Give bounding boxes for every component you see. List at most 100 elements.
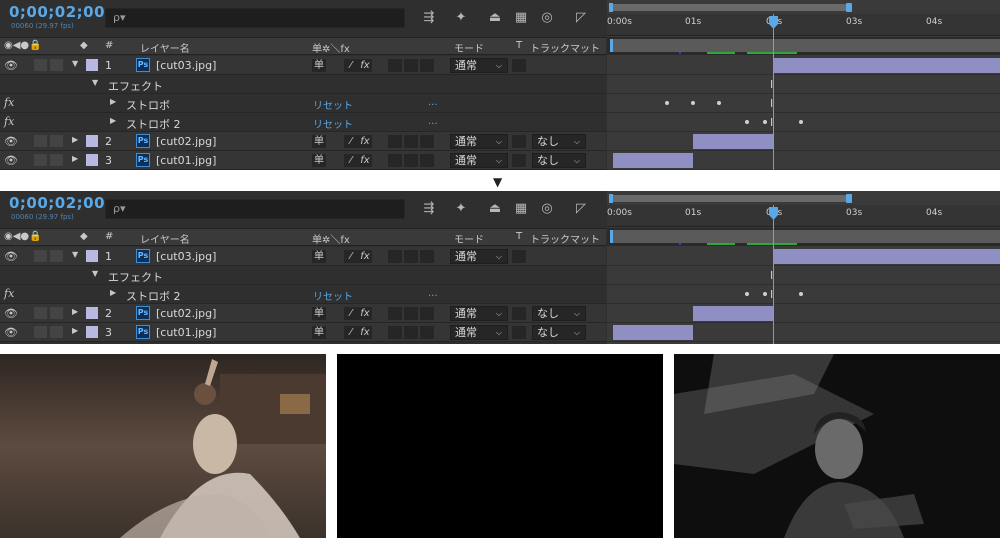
- reset-link[interactable]: リセット: [313, 288, 353, 303]
- expand-triangle-open-icon[interactable]: ▼: [92, 269, 98, 278]
- layer-name[interactable]: [cut01.jpg]: [156, 154, 216, 167]
- trackmatte-select[interactable]: なし ⌵: [532, 306, 586, 321]
- timeline-row-3[interactable]: [607, 151, 1000, 170]
- solo-box[interactable]: [34, 307, 47, 319]
- fx-switch-icon[interactable]: fx: [358, 135, 372, 148]
- fx-icon[interactable]: fx: [4, 115, 14, 128]
- more-link[interactable]: ...: [428, 97, 438, 108]
- current-timecode[interactable]: 0;00;02;00: [9, 3, 105, 21]
- comp-flowchart-icon[interactable]: ⇶: [420, 200, 438, 218]
- switch-box[interactable]: [388, 59, 402, 72]
- expand-triangle-closed-icon[interactable]: ▶: [72, 154, 78, 163]
- work-area-end-handle[interactable]: [846, 194, 852, 203]
- shy-layers-icon[interactable]: ⏏: [486, 200, 504, 218]
- layer-name[interactable]: [cut02.jpg]: [156, 135, 216, 148]
- expand-triangle-closed-icon[interactable]: ▶: [72, 326, 78, 335]
- layer-row-2[interactable]: 👁 ▶ 2 Ps [cut02.jpg] 单 ⁄ fx 通常 ⌵ なし ⌵: [0, 132, 606, 151]
- fx-switch-icon[interactable]: fx: [358, 154, 372, 167]
- eye-icon[interactable]: 👁: [4, 326, 18, 339]
- graph-editor-icon[interactable]: ◸: [572, 200, 590, 218]
- label-swatch[interactable]: [86, 307, 98, 319]
- shy-switch-icon[interactable]: 单: [312, 250, 326, 263]
- draft-3d-icon[interactable]: ✦: [452, 9, 470, 27]
- switch-box[interactable]: [388, 307, 402, 320]
- layer-row-1[interactable]: 👁 ▼ 1 Ps [cut03.jpg] 单 ⁄ fx 通常 ⌵: [0, 56, 606, 75]
- mode-select[interactable]: 通常 ⌵: [450, 153, 508, 168]
- keyframe-dot[interactable]: [665, 101, 669, 105]
- more-link[interactable]: ...: [428, 116, 438, 127]
- layer-row-3[interactable]: 👁 ▶ 3 Ps [cut01.jpg] 单 ⁄ fx 通常 ⌵ なし ⌵: [0, 323, 606, 342]
- timeline-row-strobe-2[interactable]: I: [607, 113, 1000, 132]
- effect-row-strobe-2[interactable]: fx ▶ ストロボ 2 リセット ...: [0, 113, 606, 132]
- lock-box[interactable]: [50, 135, 63, 147]
- effects-group-row[interactable]: ▼ エフェクト: [0, 266, 606, 285]
- layer-name[interactable]: [cut02.jpg]: [156, 307, 216, 320]
- solo-box[interactable]: [34, 326, 47, 338]
- expand-triangle-open-icon[interactable]: ▼: [72, 250, 78, 259]
- expand-triangle-open-icon[interactable]: ▼: [92, 78, 98, 87]
- timeline-row-1[interactable]: [607, 247, 1000, 266]
- fx-switch-icon[interactable]: fx: [358, 250, 372, 263]
- quality-switch-icon[interactable]: ⁄: [344, 154, 358, 167]
- eye-icon[interactable]: 👁: [4, 135, 18, 148]
- solo-box[interactable]: [34, 135, 47, 147]
- column-layer-name[interactable]: レイヤー名: [140, 40, 190, 55]
- frame-blending-icon[interactable]: ▦: [512, 9, 530, 27]
- column-layer-name[interactable]: レイヤー名: [140, 231, 190, 246]
- playhead-handle-icon[interactable]: [768, 16, 779, 30]
- preserve-transparency-box[interactable]: [512, 59, 526, 72]
- expand-triangle-closed-icon[interactable]: ▶: [110, 288, 116, 297]
- timeline-row-2[interactable]: [607, 304, 1000, 323]
- time-ruler[interactable]: 0:00s 01s 02s 03s 04s: [607, 14, 1000, 36]
- switch-box[interactable]: [404, 326, 418, 339]
- time-navigator-bar[interactable]: [610, 230, 1000, 243]
- keyframe-dot[interactable]: [763, 292, 767, 296]
- comp-flowchart-icon[interactable]: ⇶: [420, 9, 438, 27]
- lock-box[interactable]: [50, 154, 63, 166]
- fx-switch-icon[interactable]: fx: [358, 326, 372, 339]
- search-input[interactable]: ρ▾: [105, 8, 405, 28]
- switch-box[interactable]: [404, 250, 418, 263]
- layer-row-3[interactable]: 👁 ▶ 3 Ps [cut01.jpg] 单 ⁄ fx 通常 ⌵ なし ⌵: [0, 151, 606, 170]
- time-navigator[interactable]: [607, 37, 1000, 55]
- timeline-area[interactable]: 0:00s 01s 02s 03s 04s I I I: [607, 0, 1000, 170]
- shy-switch-icon[interactable]: 单: [312, 307, 326, 320]
- fx-switch-icon[interactable]: fx: [358, 307, 372, 320]
- mode-select[interactable]: 通常 ⌵: [450, 134, 508, 149]
- work-area-start-handle[interactable]: [609, 194, 613, 203]
- shy-layers-icon[interactable]: ⏏: [486, 9, 504, 27]
- eye-icon[interactable]: 👁: [4, 154, 18, 167]
- quality-switch-icon[interactable]: ⁄: [344, 326, 358, 339]
- switch-box[interactable]: [420, 154, 434, 167]
- solo-box[interactable]: [34, 250, 47, 262]
- switch-box[interactable]: [420, 250, 434, 263]
- timeline-row-1[interactable]: [607, 56, 1000, 75]
- expand-triangle-closed-icon[interactable]: ▶: [110, 97, 116, 106]
- more-link[interactable]: ...: [428, 288, 438, 299]
- shy-switch-icon[interactable]: 单: [312, 135, 326, 148]
- solo-box[interactable]: [34, 154, 47, 166]
- trackmatte-select[interactable]: なし ⌵: [532, 325, 586, 340]
- work-area-bar[interactable]: [611, 4, 851, 11]
- layer-duration-bar[interactable]: [613, 153, 693, 168]
- eye-icon[interactable]: 👁: [4, 250, 18, 263]
- timeline-row-3[interactable]: [607, 323, 1000, 342]
- switch-box[interactable]: [420, 326, 434, 339]
- work-area-start-handle[interactable]: [609, 3, 613, 12]
- keyframe-dot[interactable]: [799, 120, 803, 124]
- reset-link[interactable]: リセット: [313, 97, 353, 112]
- timeline-row-2[interactable]: [607, 132, 1000, 151]
- switch-box[interactable]: [404, 154, 418, 167]
- switch-box[interactable]: [388, 250, 402, 263]
- switch-box[interactable]: [404, 59, 418, 72]
- eye-icon[interactable]: 👁: [4, 59, 18, 72]
- time-navigator[interactable]: [607, 228, 1000, 246]
- shy-switch-icon[interactable]: 单: [312, 154, 326, 167]
- label-swatch[interactable]: [86, 250, 98, 262]
- trackmatte-select[interactable]: なし ⌵: [532, 153, 586, 168]
- quality-switch-icon[interactable]: ⁄: [344, 135, 358, 148]
- lock-box[interactable]: [50, 326, 63, 338]
- expand-triangle-open-icon[interactable]: ▼: [72, 59, 78, 68]
- switch-box[interactable]: [404, 307, 418, 320]
- mode-select[interactable]: 通常 ⌵: [450, 58, 508, 73]
